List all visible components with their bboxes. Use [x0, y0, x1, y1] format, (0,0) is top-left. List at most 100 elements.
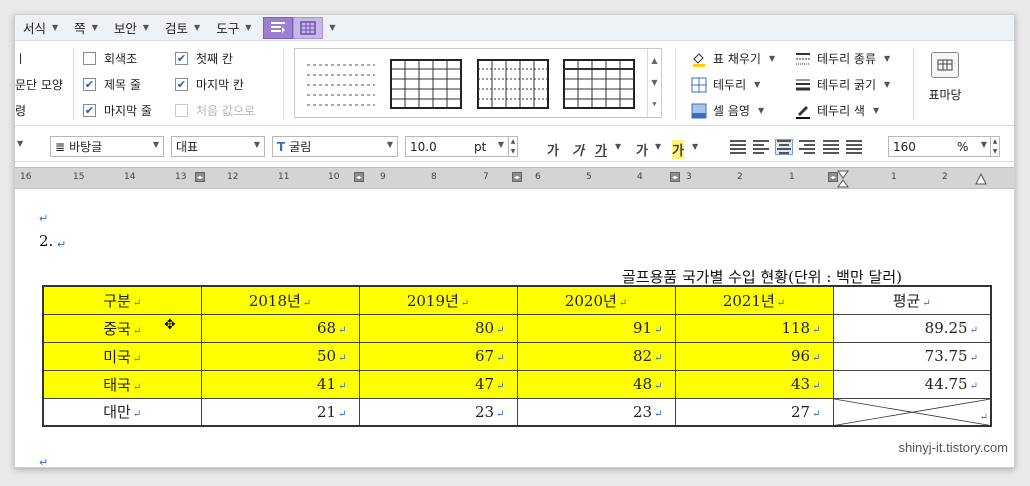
language-select[interactable]: 대표 ▼ — [171, 136, 265, 157]
underline-button[interactable]: 가 — [595, 140, 607, 159]
table-cell[interactable]: 43 ↵ — [674, 369, 834, 399]
chevron-down-icon[interactable]: ▼ — [758, 106, 764, 115]
border-weight-button[interactable]: 테두리 굵기 ▼ — [795, 76, 890, 93]
chevron-down-icon[interactable]: ▼ — [655, 142, 661, 151]
table-cell[interactable]: 50 ↵ — [200, 341, 360, 371]
table-style-thumbnail-dotted[interactable] — [477, 59, 549, 109]
diagonal-empty-cell[interactable]: ↵ — [832, 397, 992, 427]
strikethrough-button[interactable]: 가 — [636, 140, 648, 159]
table-cell[interactable]: 23 ↵ — [358, 397, 518, 427]
split-align-icon[interactable] — [846, 140, 862, 154]
chevron-down-icon[interactable]: ▼ — [329, 23, 335, 32]
right-margin-marker-icon[interactable] — [975, 172, 987, 186]
distribute-align-icon[interactable] — [823, 140, 839, 154]
scroll-up-icon[interactable]: ▲ — [651, 56, 657, 65]
table-style-thumbnail-grid[interactable] — [390, 59, 462, 109]
row-label-cell[interactable]: 대만 ↵ — [42, 397, 202, 427]
chevron-down-icon[interactable]: ▼ — [769, 54, 775, 63]
average-cell[interactable]: 73.75 ↵ — [832, 341, 992, 371]
font-size-stepper[interactable]: ▲ ▼ — [508, 136, 518, 157]
table-layout-tab-icon[interactable] — [293, 16, 324, 39]
chevron-down-icon[interactable]: ▼ — [873, 106, 879, 115]
chevron-down-icon[interactable]: ▼ — [884, 54, 890, 63]
stepper-down-icon[interactable]: ▼ — [511, 148, 516, 155]
menu-tools[interactable]: 도구 ▼ — [208, 15, 259, 41]
header-cell-2018[interactable]: 2018년 ↵ — [200, 285, 360, 315]
expand-gallery-icon[interactable]: ⯆ — [651, 100, 657, 110]
header-row-checkbox[interactable]: ✔ 제목 줄 — [83, 76, 141, 93]
row-label-cell[interactable]: 태국 ↵ — [42, 369, 202, 399]
menu-security[interactable]: 보안 ▼ — [106, 15, 157, 41]
header-cell-average[interactable]: 평균 ↵ — [832, 285, 992, 315]
table-cell[interactable]: 48 ↵ — [516, 369, 676, 399]
reset-to-default-button[interactable]: 처음 값으로 — [175, 102, 255, 119]
row-label-cell[interactable]: 중국 ↵ — [42, 313, 202, 343]
chevron-down-icon[interactable]: ▼ — [615, 142, 621, 151]
row-label-cell[interactable]: 미국 ↵ — [42, 341, 202, 371]
average-cell[interactable]: 44.75 ↵ — [832, 369, 992, 399]
stepper-down-icon[interactable]: ▼ — [993, 148, 998, 155]
table-design-tab-icon[interactable] — [263, 16, 294, 39]
chevron-down-icon[interactable]: ▼ — [17, 139, 23, 148]
table-cell[interactable]: 91 ↵ — [516, 313, 676, 343]
gallery-scrollbar[interactable]: ▲ ▼ ⯆ — [647, 49, 661, 117]
italic-button[interactable]: 가 — [572, 140, 584, 159]
bold-button[interactable]: 가 — [547, 140, 559, 159]
left-align-icon[interactable] — [753, 140, 769, 154]
table-cell[interactable]: 67 ↵ — [358, 341, 518, 371]
table-style-thumbnail-plain[interactable] — [305, 59, 377, 109]
header-cell-2021[interactable]: 2021년 ↵ — [674, 285, 834, 315]
table-cell[interactable]: 68 ↵ — [200, 313, 360, 343]
menu-format[interactable]: 서식 ▼ — [15, 15, 66, 41]
stepper-up-icon[interactable]: ▲ — [511, 138, 516, 145]
column-marker[interactable]: ◂▸ — [512, 172, 522, 182]
paragraph-shape-button[interactable]: 문단 모양 — [15, 76, 63, 93]
document-area[interactable]: ↵ 2. ↵ 골프용품 국가별 수입 현황(단위 : 백만 달러) 구분 ↵ 20… — [15, 190, 1014, 467]
chevron-down-icon[interactable]: ▼ — [754, 80, 760, 89]
horizontal-ruler[interactable]: 16 15 14 13 ◂▸ 12 11 10 ◂▸ 9 8 7 ◂▸ 6 5 … — [15, 167, 1014, 189]
table-cell[interactable]: 47 ↵ — [358, 369, 518, 399]
table-style-thumbnail-bold[interactable] — [563, 59, 635, 109]
highlight-button[interactable]: 가 — [672, 140, 684, 159]
table-fill-button[interactable]: 표 채우기 ▼ — [691, 50, 775, 67]
table-cell[interactable]: 118 ↵ — [674, 313, 834, 343]
table-cell[interactable]: 96 ↵ — [674, 341, 834, 371]
ribbon-partial-item-3[interactable]: 령 — [15, 102, 26, 119]
column-marker[interactable]: ◂▸ — [195, 172, 205, 182]
chevron-down-icon[interactable]: ▼ — [692, 142, 698, 151]
font-select[interactable]: T 굴림 ▼ — [272, 136, 398, 157]
indent-marker-icon[interactable] — [837, 170, 849, 188]
table-cell[interactable]: 80 ↵ — [358, 313, 518, 343]
table-cell[interactable]: 41 ↵ — [200, 369, 360, 399]
table-cell[interactable]: 23 ↵ — [516, 397, 676, 427]
justify-align-icon[interactable] — [730, 140, 746, 154]
table-cell[interactable]: 27 ↵ — [674, 397, 834, 427]
data-table[interactable]: 구분 ↵ 2018년 ↵ 2019년 ↵ 2020년 ↵ 2021년 ↵ 평균 ↵ 중국 ↵ … — [42, 285, 992, 427]
center-align-icon[interactable] — [775, 139, 793, 155]
border-type-button[interactable]: 테두리 종류 ▼ — [795, 50, 890, 67]
header-cell-category[interactable]: 구분 ↵ — [42, 285, 202, 315]
cell-shading-button[interactable]: 셀 음영 ▼ — [691, 102, 764, 119]
header-cell-2020[interactable]: 2020년 ↵ — [516, 285, 676, 315]
menu-review[interactable]: 검토 ▼ — [157, 15, 208, 41]
border-button[interactable]: 테두리 ▼ — [691, 76, 760, 93]
stepper-up-icon[interactable]: ▲ — [993, 138, 998, 145]
ribbon-partial-item-1[interactable]: ㅣ — [15, 50, 26, 67]
font-size-input[interactable]: 10.0 pt ▼ — [405, 136, 509, 157]
grayscale-checkbox[interactable]: 회색조 — [83, 50, 137, 67]
last-row-checkbox[interactable]: ✔ 마지막 줄 — [83, 102, 152, 119]
scroll-down-icon[interactable]: ▼ — [651, 78, 657, 87]
table-cell[interactable]: 21 ↵ — [200, 397, 360, 427]
first-column-checkbox[interactable]: ✔ 첫째 칸 — [175, 50, 233, 67]
right-align-icon[interactable] — [799, 140, 815, 154]
zoom-input[interactable]: 160% ▼ — [888, 136, 992, 157]
column-marker[interactable]: ◂▸ — [354, 172, 364, 182]
last-column-checkbox[interactable]: ✔ 마지막 칸 — [175, 76, 244, 93]
table-cell[interactable]: 82 ↵ — [516, 341, 676, 371]
zoom-stepper[interactable]: ▲ ▼ — [990, 136, 1000, 157]
average-cell[interactable]: 89.25 ↵ — [832, 313, 992, 343]
column-marker[interactable]: ◂▸ — [670, 172, 680, 182]
style-select[interactable]: ≣ 바탕글 ▼ — [50, 136, 164, 157]
menu-page[interactable]: 쪽 ▼ — [66, 15, 106, 41]
chevron-down-icon[interactable]: ▼ — [884, 80, 890, 89]
